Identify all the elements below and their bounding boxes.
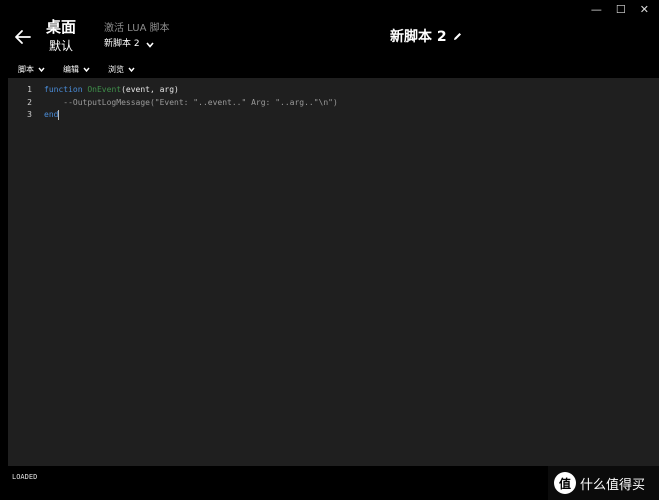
watermark: 值 什么值得买	[548, 466, 659, 500]
menu-browse-label: 浏览	[108, 64, 124, 74]
watermark-logo: 值	[554, 472, 576, 494]
menu-script-label: 脚本	[18, 64, 34, 74]
profile-name: 默认	[49, 39, 74, 53]
header: 桌面 默认 激活 LUA 脚本 新脚本 2 新脚本 2	[0, 0, 659, 60]
status-bar: LOADED	[8, 468, 548, 486]
line-number-gutter: 1 2 3	[8, 84, 32, 122]
function-name: OnEvent	[87, 85, 122, 94]
status-text: LOADED	[12, 473, 38, 481]
active-script-value: 新脚本 2	[104, 39, 140, 49]
code-line: function OnEvent(event, arg)	[44, 84, 338, 97]
code-comment: --OutputLogMessage("Event: "..event.." A…	[44, 97, 338, 107]
chevron-down-icon	[128, 67, 135, 72]
script-title: 新脚本 2	[390, 29, 447, 45]
keyword-function: function	[44, 85, 83, 94]
active-script-dropdown[interactable]: 新脚本 2	[104, 39, 170, 50]
line-number: 3	[27, 110, 32, 119]
menu-browse[interactable]: 浏览	[94, 60, 139, 78]
chevron-down-icon	[83, 67, 90, 72]
menubar: 脚本 编辑 浏览	[0, 60, 659, 78]
code-line: end	[44, 109, 338, 122]
function-params: (event, arg)	[121, 85, 179, 94]
watermark-text: 什么值得买	[580, 477, 646, 493]
menu-script[interactable]: 脚本	[0, 60, 49, 78]
code-editor[interactable]: 1 2 3 function OnEvent(event, arg) --Out…	[8, 78, 659, 466]
code-content[interactable]: function OnEvent(event, arg) --OutputLog…	[44, 84, 338, 122]
active-script-label: 激活 LUA 脚本	[104, 23, 170, 34]
script-title-block[interactable]: 新脚本 2	[390, 26, 462, 46]
chevron-down-icon	[145, 41, 154, 48]
back-arrow-icon[interactable]	[14, 28, 32, 46]
code-line: --OutputLogMessage("Event: "..event.." A…	[44, 97, 338, 110]
keyword-end: end	[44, 110, 59, 119]
line-number: 1	[27, 85, 32, 94]
active-script-block: 激活 LUA 脚本 新脚本 2	[104, 23, 170, 50]
text-cursor	[58, 109, 60, 120]
chevron-down-icon	[38, 67, 45, 72]
profile-title-block: 桌面 默认	[46, 18, 76, 54]
line-number: 2	[27, 97, 32, 107]
page-title: 桌面	[46, 18, 77, 36]
menu-edit-label: 编辑	[63, 64, 79, 74]
pencil-icon[interactable]	[453, 32, 462, 41]
menu-edit[interactable]: 编辑	[49, 60, 94, 78]
